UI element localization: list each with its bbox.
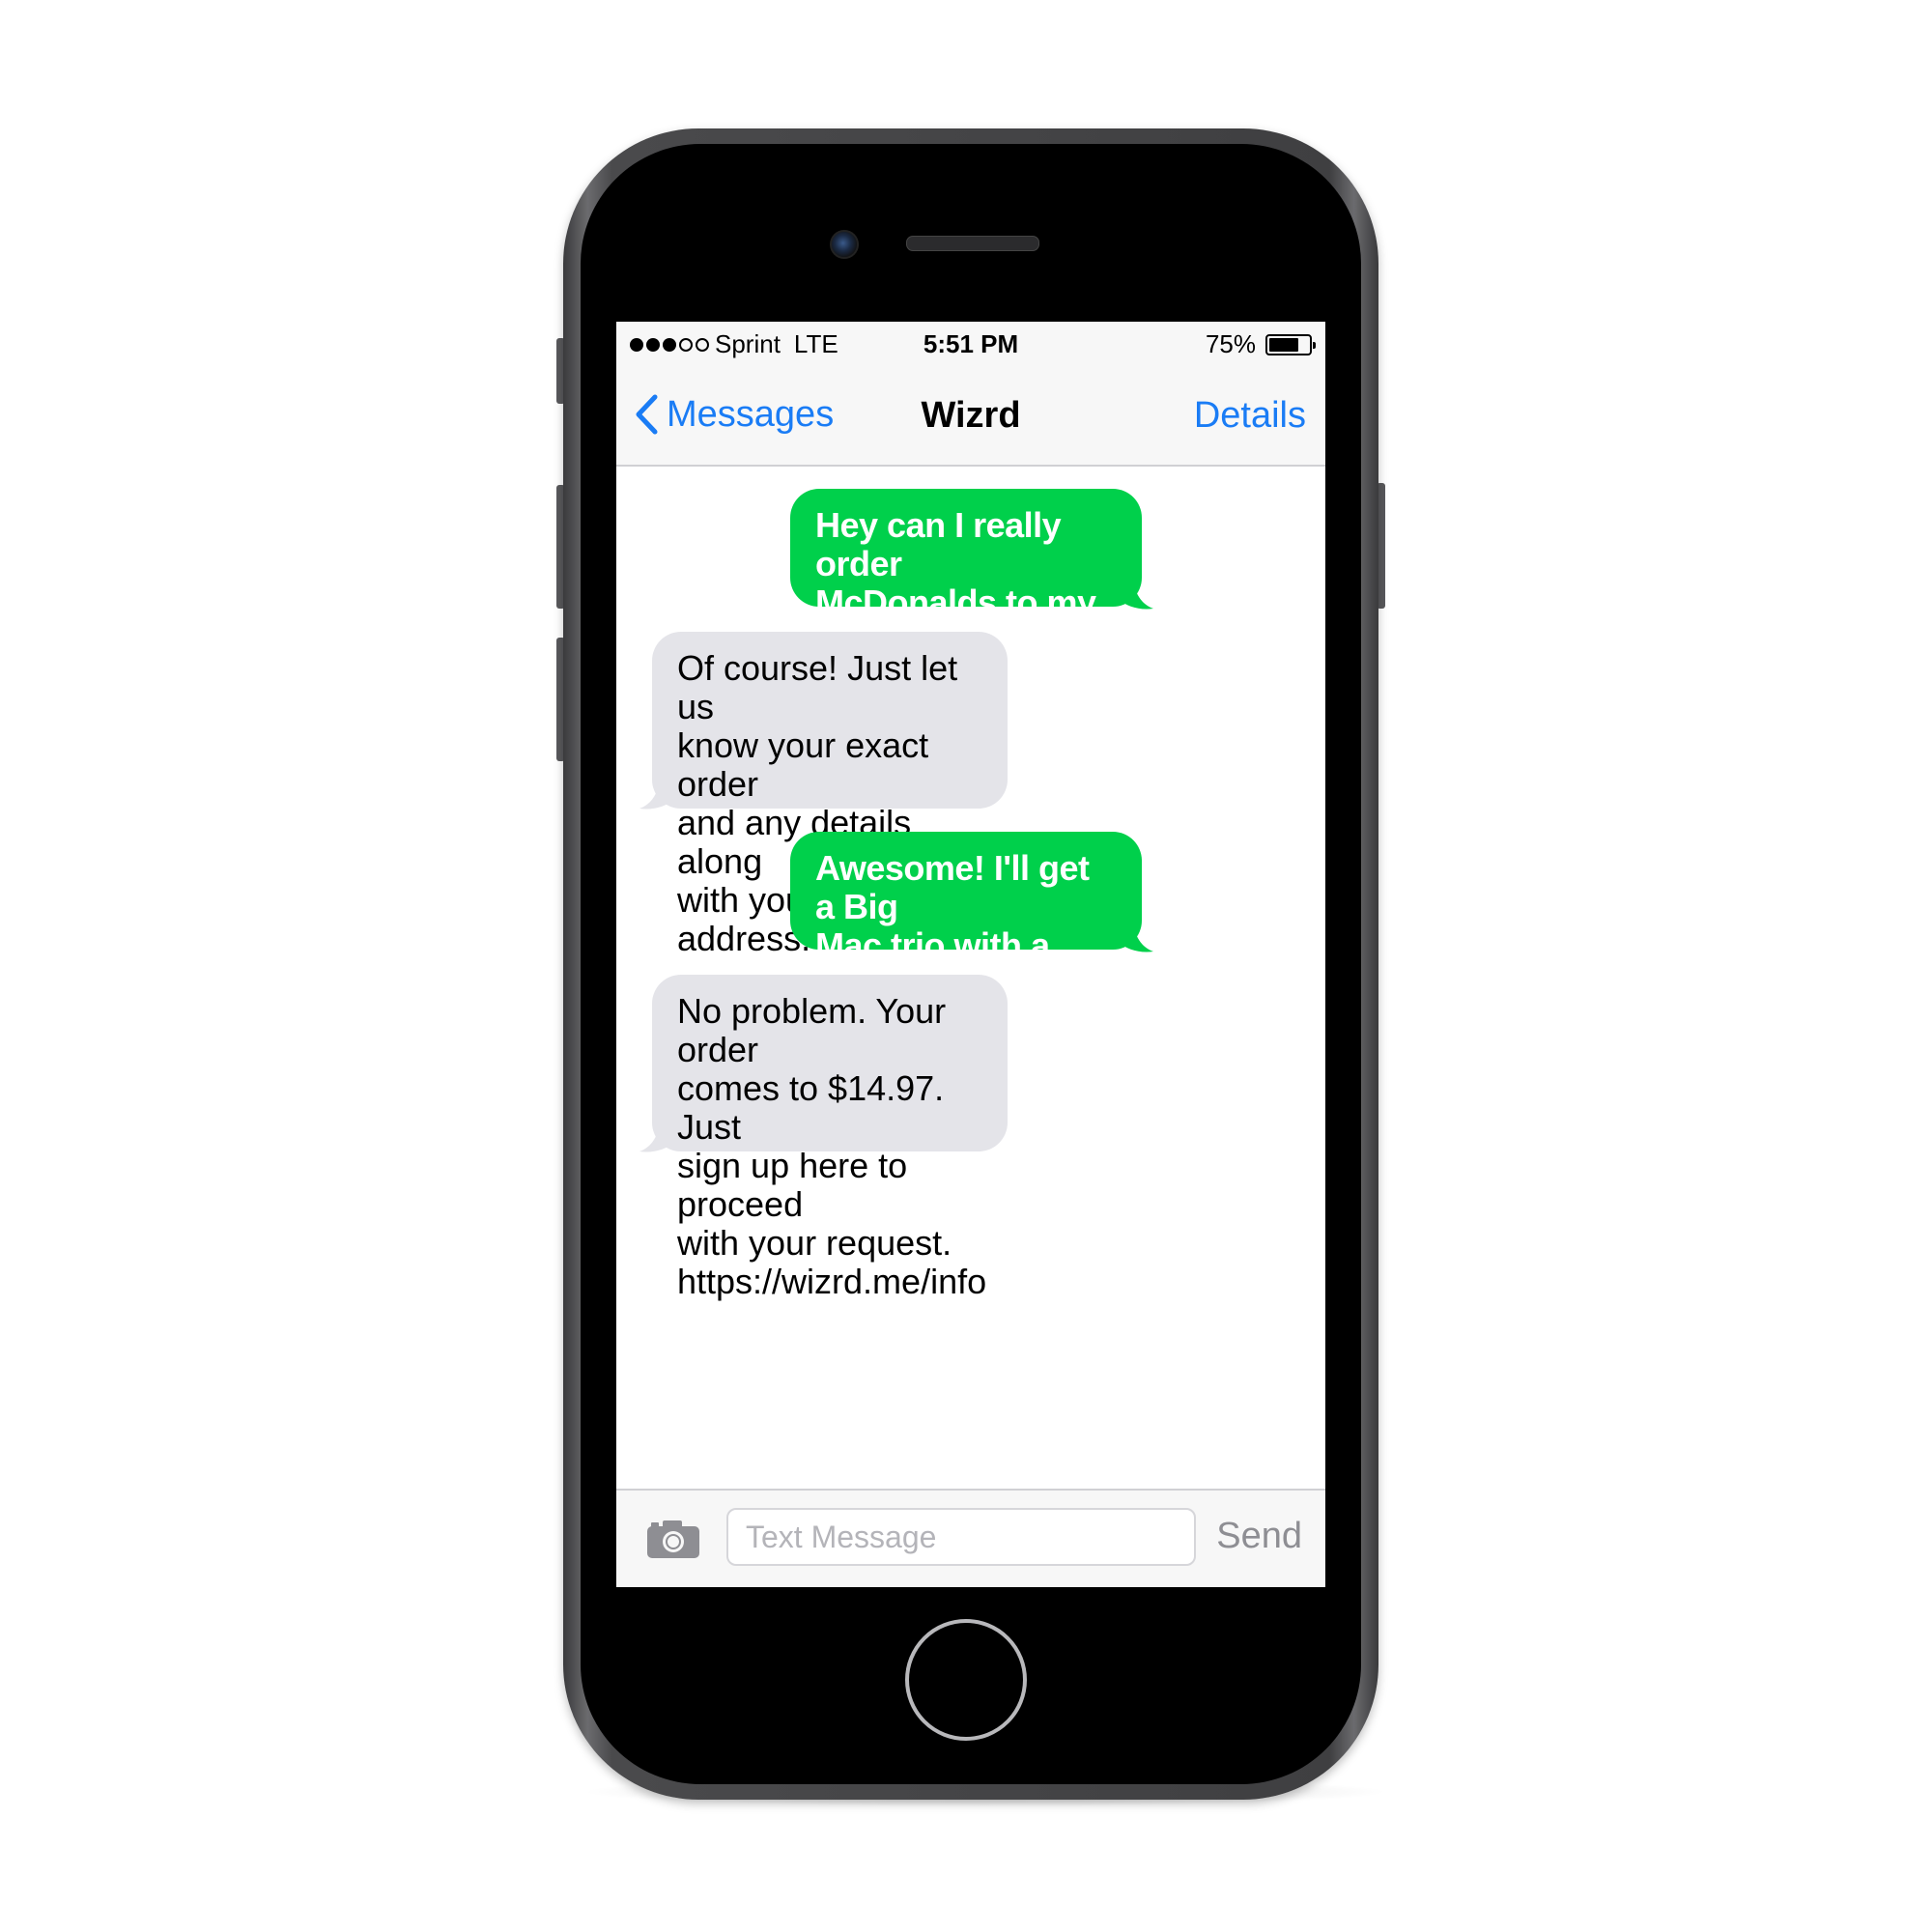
text-message-input[interactable] [726,1508,1196,1566]
message-text: No problem. Your order comes to $14.97. … [677,991,987,1301]
message-composer: Send [616,1489,1325,1587]
sent-message-bubble[interactable]: Awesome! I'll get a Big Mac trio with a … [790,832,1142,1042]
received-bubble-tail [639,776,674,810]
front-camera-icon [830,230,859,259]
sent-bubble-tail [1119,919,1153,952]
received-bubble-tail [639,1119,674,1152]
received-message-bubble[interactable]: No problem. Your order comes to $14.97. … [652,975,1008,1301]
battery-icon [1265,333,1316,355]
battery-level-fill [1269,337,1298,352]
camera-icon [647,1520,699,1558]
navigation-bar: Messages Wizrd Details [616,370,1325,467]
send-button[interactable]: Send [1216,1516,1302,1557]
earpiece-speaker [906,236,1039,251]
status-bar: Sprint LTE 5:51 PM 75% [616,322,1325,370]
battery-nub [1313,341,1316,349]
sent-message-bubble[interactable]: Hey can I really order McDonalds to my h… [790,489,1142,661]
home-button[interactable] [905,1619,1027,1741]
phone-screen: Sprint LTE 5:51 PM 75% Messages Wizrd De… [616,322,1325,1587]
received-message-bubble[interactable]: Of course! Just let us know your exact o… [652,632,1008,958]
battery-percent: 75% [1205,329,1256,358]
message-thread[interactable]: Hey can I really order McDonalds to my h… [616,465,1325,1346]
details-button[interactable]: Details [1194,395,1306,437]
camera-button[interactable] [645,1518,701,1565]
sent-bubble-tail [1119,576,1153,610]
status-right: 75% [1205,329,1316,359]
